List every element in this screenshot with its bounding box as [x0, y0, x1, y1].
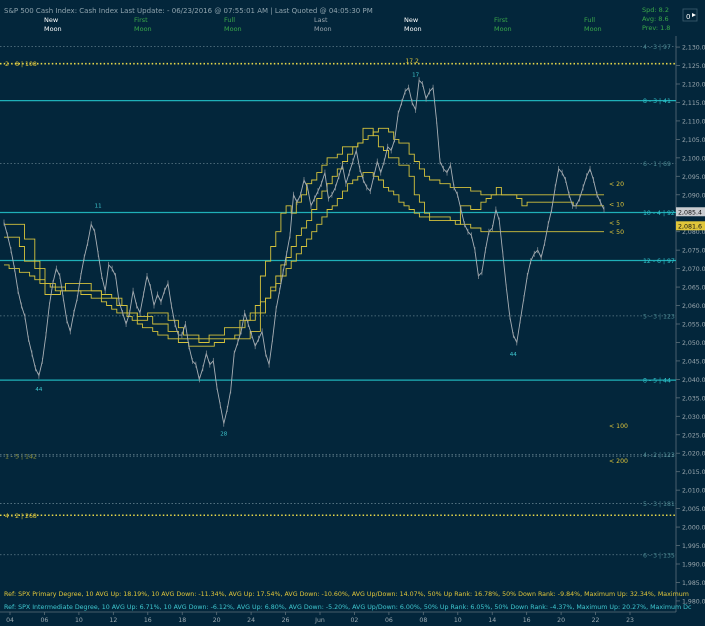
ma-label: < 10 — [609, 202, 624, 209]
footer-primary-degree: Ref: SPX Primary Degree, 10 AVG Up: 18.1… — [4, 591, 689, 598]
y-tick-label: 2,035.00 — [682, 395, 705, 402]
y-tick-label: 2,030.00 — [682, 414, 705, 421]
x-tick-label: 16 — [523, 617, 531, 624]
price-tag-label: 2,085.4 — [678, 209, 702, 216]
ma-label: < 200 — [609, 458, 628, 465]
footer-intermediate-degree: Ref: SPX Intermediate Degree, 10 AVG Up:… — [4, 604, 692, 611]
level-label: 10 - 4 | 92 — [643, 210, 675, 217]
moon-phase-label: Moon — [584, 25, 602, 33]
y-tick-label: 2,110.00 — [682, 118, 705, 125]
chart-header-title: S&P 500 Cash Index: Cash Index Last Upda… — [4, 7, 373, 15]
moon-phase-label: Last — [314, 16, 328, 24]
ma-label: < 5 — [609, 220, 620, 227]
level-label: 5 - 3 | 123 — [643, 313, 675, 320]
chart-menu-button[interactable]: 0 — [682, 8, 698, 22]
x-tick-label: 26 — [282, 617, 290, 624]
moon-phase-label: Moon — [44, 25, 62, 33]
ma-label: < 100 — [609, 423, 628, 430]
x-tick-label: 06 — [385, 617, 393, 624]
stat-previous: Prev: 1.8 — [642, 24, 670, 32]
y-tick-label: 2,115.00 — [682, 100, 705, 107]
x-tick-label: 02 — [351, 617, 359, 624]
pivot-marker: 44 — [35, 387, 42, 393]
pivot-marker: 11 — [95, 204, 102, 210]
x-tick-label: 14 — [488, 617, 496, 624]
x-tick-label: 24 — [247, 617, 255, 624]
level-label: 8 - 3 | 41 — [643, 98, 671, 105]
y-tick-label: 2,130.00 — [682, 45, 705, 52]
moon-phase-label: New — [404, 16, 419, 24]
moon-phase-label: Moon — [314, 25, 332, 33]
stat-average: Avg: 8.6 — [642, 15, 669, 23]
y-tick-label: 2,040.00 — [682, 377, 705, 384]
y-tick-label: 2,095.00 — [682, 174, 705, 181]
x-tick-label: 06 — [41, 617, 49, 624]
level-label: 6 - 3 | 135 — [643, 552, 675, 559]
x-tick-label: 20 — [557, 617, 565, 624]
top-marker: 17.2 — [405, 58, 419, 65]
level-label: 6 - 1 | 69 — [643, 161, 671, 168]
x-tick-label: 12 — [109, 617, 117, 624]
moon-phase-label: Moon — [224, 25, 242, 33]
price-tag-label: 2,081.6 — [678, 223, 702, 230]
y-tick-label: 2,020.00 — [682, 451, 705, 458]
moon-phase-label: Full — [584, 16, 595, 24]
y-tick-label: 2,055.00 — [682, 322, 705, 329]
y-tick-label: 1,985.00 — [682, 580, 705, 587]
y-tick-label: 2,065.00 — [682, 285, 705, 292]
moon-phase-label: Moon — [134, 25, 152, 33]
y-tick-label: 1,995.00 — [682, 543, 705, 550]
pivot-marker: 44 — [510, 352, 517, 358]
moon-phase-label: Moon — [404, 25, 422, 33]
x-tick-label: 23 — [626, 617, 634, 624]
y-tick-label: 2,010.00 — [682, 488, 705, 495]
y-tick-label: 2,000.00 — [682, 525, 705, 532]
ma-label: < 50 — [609, 229, 624, 236]
x-tick-label: 10 — [75, 617, 83, 624]
y-tick-label: 2,105.00 — [682, 137, 705, 144]
y-tick-label: 2,045.00 — [682, 358, 705, 365]
level-label: 4 - 2 | 268 — [5, 513, 37, 520]
y-tick-label: 1,990.00 — [682, 562, 705, 569]
pivot-marker: 17 — [412, 72, 419, 78]
level-label: 5 - 3 | 181 — [643, 501, 675, 508]
pivot-marker: 28 — [220, 431, 227, 437]
y-tick-label: 2,090.00 — [682, 192, 705, 199]
x-tick-label: 22 — [592, 617, 600, 624]
level-label: 4 - 2 | 123 — [643, 452, 675, 459]
x-tick-label: 10 — [454, 617, 462, 624]
moon-phase-label: First — [134, 16, 148, 24]
y-tick-label: 2,005.00 — [682, 506, 705, 513]
moon-phase-label: First — [494, 16, 508, 24]
y-tick-label: 2,070.00 — [682, 266, 705, 273]
level-label: 8 - 5 | 44 — [643, 378, 671, 385]
y-tick-label: 2,100.00 — [682, 155, 705, 162]
moon-phase-label: Full — [224, 16, 235, 24]
x-tick-label: Jun — [314, 617, 325, 624]
y-tick-label: 2,120.00 — [682, 82, 705, 89]
y-tick-label: 2,125.00 — [682, 63, 705, 70]
y-tick-label: 2,025.00 — [682, 432, 705, 439]
ma-label: < 20 — [609, 181, 624, 188]
stat-speed: Spd: 8.2 — [642, 6, 669, 14]
moon-phase-label: Moon — [494, 25, 512, 33]
y-tick-label: 2,015.00 — [682, 469, 705, 476]
x-tick-label: 04 — [6, 617, 14, 624]
x-tick-label: 20 — [213, 617, 221, 624]
moon-phase-label: New — [44, 16, 59, 24]
level-label: 12 - 6 | 97 — [643, 258, 675, 265]
spx-chart: S&P 500 Cash Index: Cash Index Last Upda… — [0, 0, 705, 626]
menu-icon[interactable]: 0 — [686, 13, 690, 21]
x-tick-label: 08 — [419, 617, 427, 624]
level-label: 4 - 3 | 97 — [643, 44, 671, 51]
x-tick-label: 18 — [178, 617, 186, 624]
y-tick-label: 2,050.00 — [682, 340, 705, 347]
x-tick-label: 16 — [144, 617, 152, 624]
level-label: 2 - 8 | 108 — [5, 61, 37, 68]
y-tick-label: 2,060.00 — [682, 303, 705, 310]
y-tick-label: 2,075.00 — [682, 248, 705, 255]
chart-background — [0, 0, 705, 626]
